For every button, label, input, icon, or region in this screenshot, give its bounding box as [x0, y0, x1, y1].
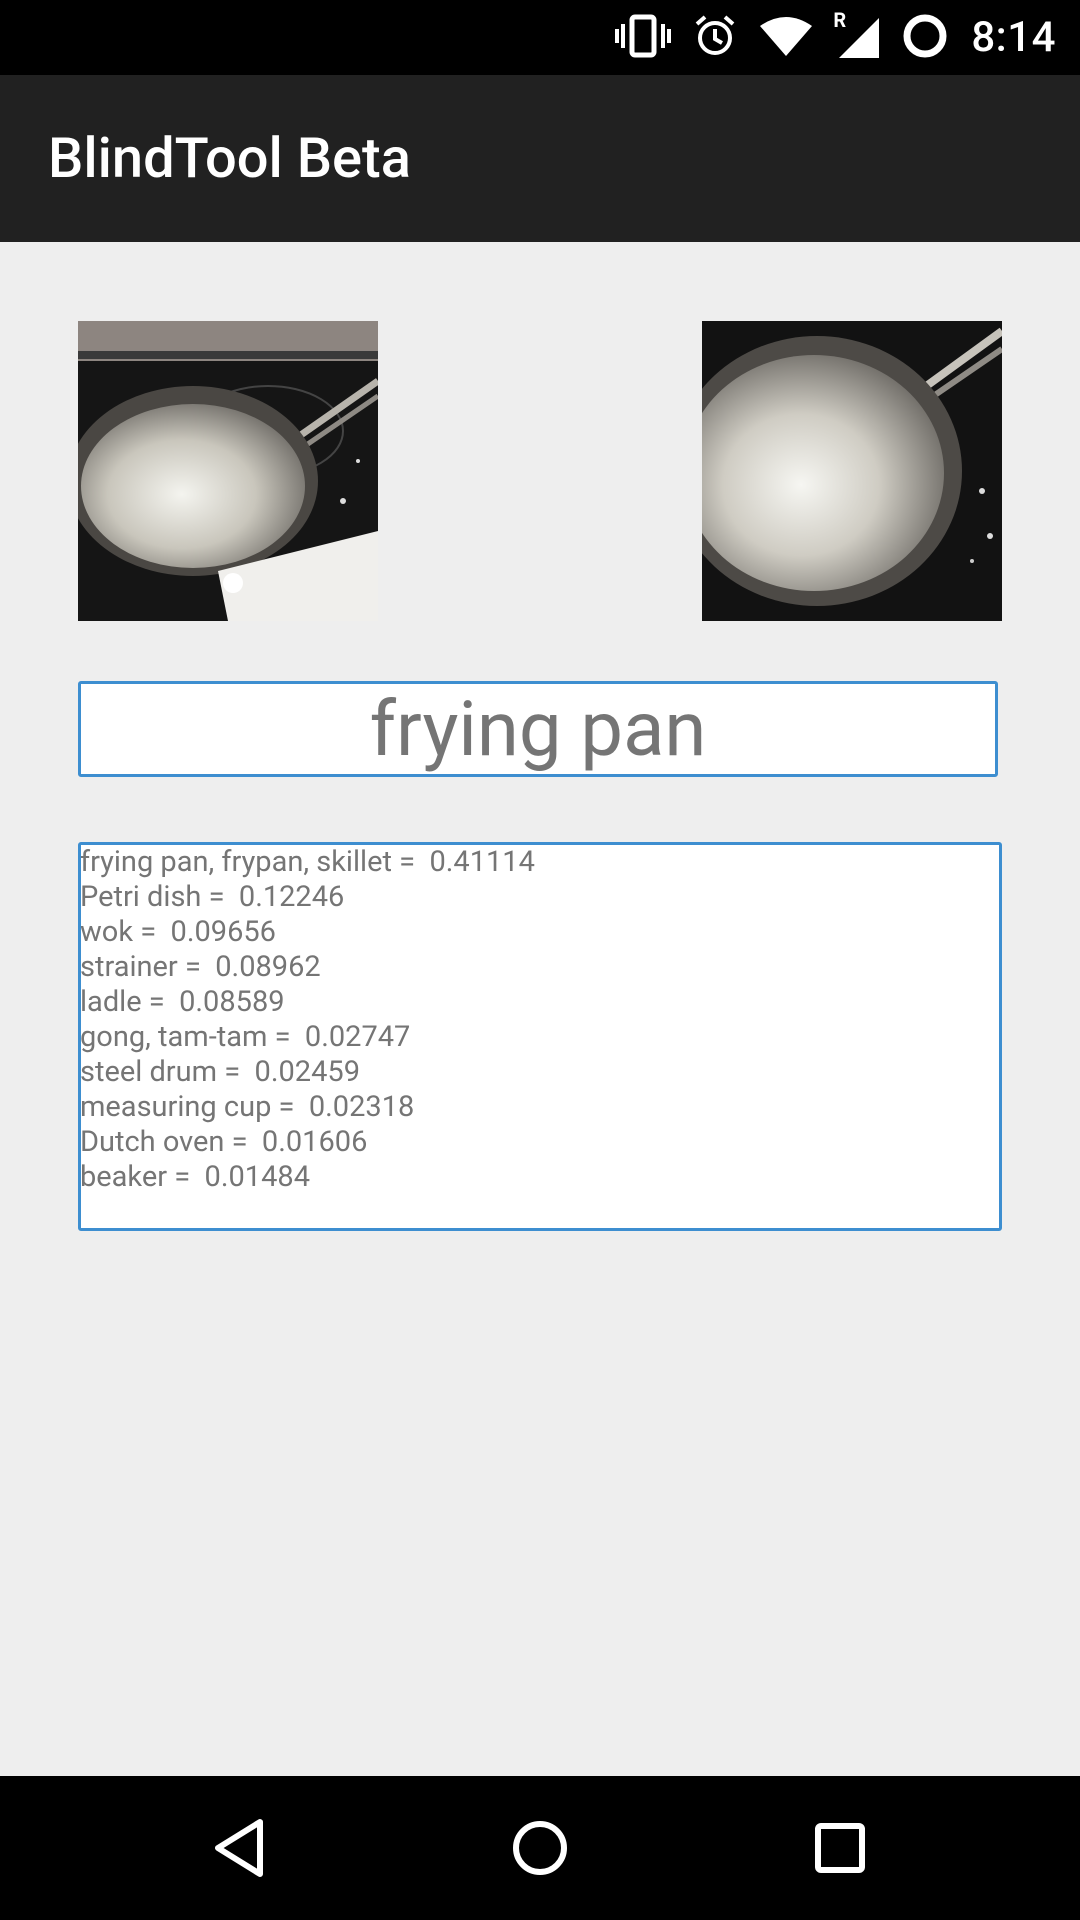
- wifi-icon: [759, 16, 813, 60]
- camera-frame-left: [78, 321, 378, 621]
- result-line: Dutch oven = 0.01606: [80, 1125, 368, 1159]
- result-line: strainer = 0.08962: [80, 950, 321, 984]
- results-list: frying pan, frypan, skillet = 0.41114 Pe…: [78, 842, 1002, 1231]
- home-icon: [513, 1821, 567, 1875]
- result-line: measuring cup = 0.02318: [80, 1090, 415, 1124]
- app-bar: BlindTool Beta: [0, 75, 1080, 242]
- signal-roaming-icon: R: [833, 8, 880, 62]
- main-content: frying pan frying pan, frypan, skillet =…: [0, 242, 1080, 1776]
- alarm-icon: [693, 14, 737, 62]
- back-icon: [215, 1819, 263, 1877]
- result-line: steel drum = 0.02459: [80, 1055, 360, 1089]
- result-line: frying pan, frypan, skillet = 0.41114: [80, 845, 535, 879]
- recents-button[interactable]: [780, 1788, 900, 1908]
- home-button[interactable]: [480, 1788, 600, 1908]
- back-button[interactable]: [180, 1788, 300, 1908]
- frying-pan-photo-icon: [78, 321, 378, 621]
- result-line: Petri dish = 0.12246: [80, 880, 345, 914]
- navigation-bar: [0, 1776, 1080, 1920]
- vibrate-icon: [615, 14, 672, 62]
- roaming-indicator: R: [833, 7, 847, 32]
- result-line: ladle = 0.08589: [80, 985, 285, 1019]
- battery-icon: [901, 12, 949, 64]
- status-icons: R 8:14: [615, 0, 1056, 75]
- result-line: gong, tam-tam = 0.02747: [80, 1020, 411, 1054]
- result-line: beaker = 0.01484: [80, 1160, 310, 1194]
- app-title: BlindTool Beta: [48, 125, 411, 191]
- status-time: 8:14: [971, 13, 1056, 62]
- recents-icon: [815, 1823, 865, 1873]
- prediction-label: frying pan: [78, 681, 998, 777]
- frying-pan-photo-icon: [702, 321, 1002, 621]
- camera-frame-right: [702, 321, 1002, 621]
- result-line: wok = 0.09656: [80, 915, 276, 949]
- status-bar: R 8:14: [0, 0, 1080, 75]
